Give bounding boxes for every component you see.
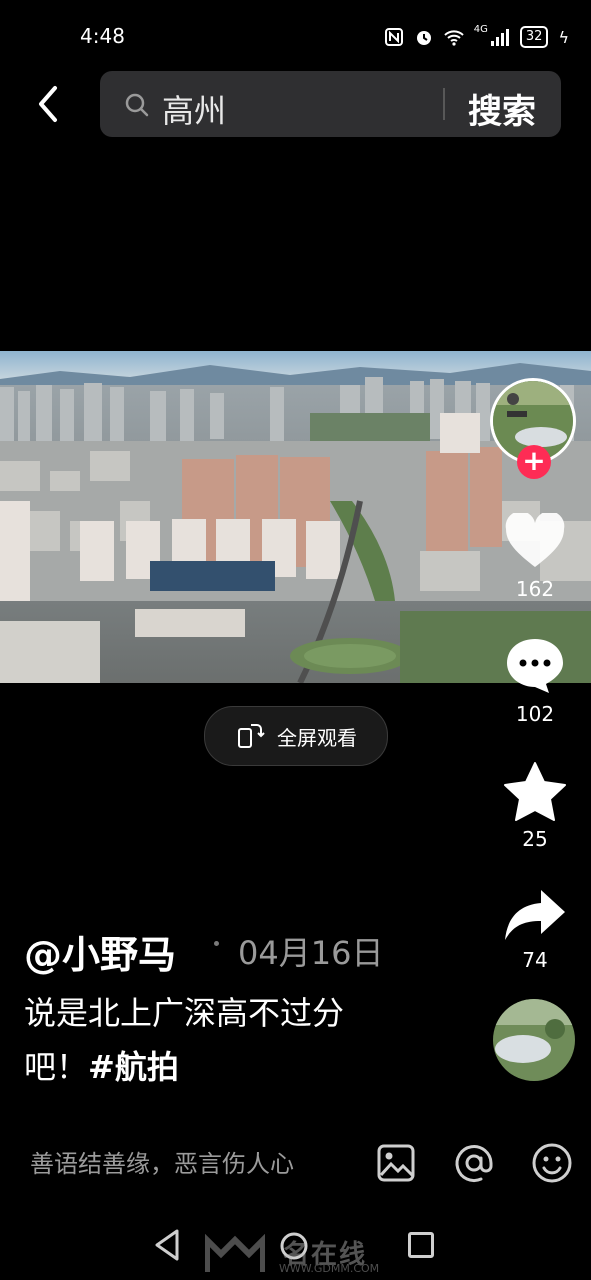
star-icon xyxy=(504,762,566,821)
image-icon xyxy=(377,1144,415,1182)
search-bar[interactable]: 高州 搜索 xyxy=(100,71,561,137)
post-caption: 说是北上广深高不过分 吧！#航拍 xyxy=(24,986,404,1094)
favorite-button[interactable] xyxy=(500,760,570,822)
at-sign-icon xyxy=(455,1145,493,1182)
status-time: 4:48 xyxy=(80,24,125,48)
like-button[interactable] xyxy=(500,510,570,572)
emoji-button[interactable] xyxy=(530,1141,574,1185)
comment-count: 102 xyxy=(515,702,555,726)
share-arrow-icon xyxy=(505,890,565,940)
caption-line-1: 说是北上广深高不过分 xyxy=(24,994,345,1032)
image-button[interactable] xyxy=(374,1141,418,1185)
site-watermark: 名在线 WWW.GDMM.COM xyxy=(204,1232,400,1278)
search-icon xyxy=(125,93,149,117)
post-date: 04月16日 xyxy=(238,934,384,972)
search-button[interactable]: 搜索 xyxy=(468,84,536,133)
mention-button[interactable] xyxy=(452,1141,496,1185)
like-count: 162 xyxy=(515,577,555,601)
hashtag-link[interactable]: #航拍 xyxy=(88,1048,179,1086)
music-disc-image xyxy=(493,999,575,1081)
caption-line-2: 吧！#航拍 xyxy=(24,1040,404,1094)
favorite-count: 25 xyxy=(522,827,548,851)
heart-icon xyxy=(505,513,565,567)
share-count: 74 xyxy=(522,948,548,972)
music-disc[interactable] xyxy=(493,999,575,1081)
battery-level: 32 xyxy=(525,29,543,44)
search-divider xyxy=(443,88,445,120)
charging-icon: ϟ xyxy=(558,27,569,47)
wifi-icon xyxy=(444,30,464,46)
watermark-logo-icon xyxy=(204,1232,266,1272)
watermark-url: WWW.GDMM.COM xyxy=(279,1262,380,1275)
nav-back-icon[interactable] xyxy=(152,1228,182,1262)
comment-button[interactable] xyxy=(500,634,570,696)
share-button[interactable] xyxy=(500,884,570,946)
author-name[interactable]: @小野马 xyxy=(24,924,176,979)
follow-button[interactable]: + xyxy=(517,445,551,479)
comment-input[interactable]: 善语结善缘，恶言伤人心 xyxy=(30,1144,294,1179)
nav-recents-icon[interactable] xyxy=(408,1232,434,1258)
chevron-left-icon xyxy=(39,86,57,122)
emoji-icon xyxy=(532,1143,572,1183)
fullscreen-button[interactable]: 全屏观看 xyxy=(204,706,388,766)
comment-icon xyxy=(507,639,563,693)
fullscreen-label: 全屏观看 xyxy=(277,725,357,750)
date-separator xyxy=(214,941,219,946)
alarm-icon xyxy=(416,31,431,45)
fullscreen-rotate-icon xyxy=(238,724,265,748)
search-input[interactable]: 高州 xyxy=(162,86,226,132)
back-button[interactable] xyxy=(28,82,68,126)
signal-icon xyxy=(490,29,509,46)
nfc-icon xyxy=(384,28,403,46)
network-label: 4G xyxy=(473,24,488,35)
caption-line-2-prefix: 吧！ xyxy=(24,1048,89,1086)
battery-indicator: 32 xyxy=(519,26,549,48)
status-icons: 4G 32 ϟ xyxy=(384,24,569,50)
